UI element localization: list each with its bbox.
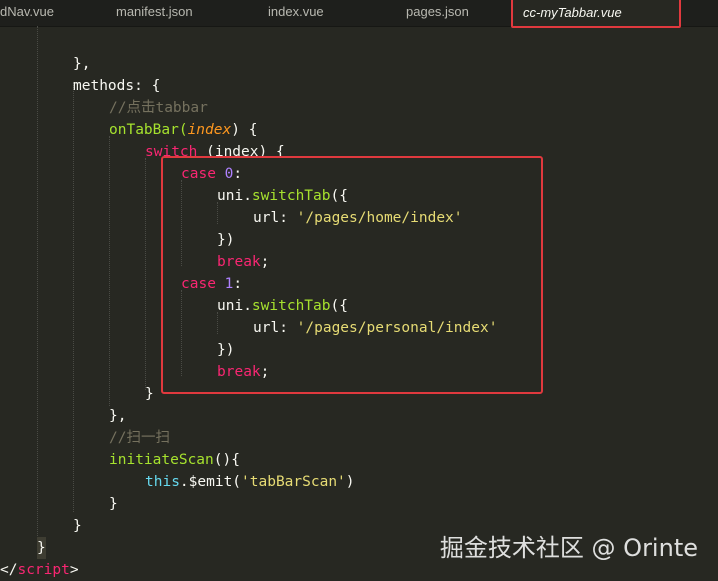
- tab-index-vue[interactable]: index.vue: [268, 0, 324, 26]
- code-line: },: [73, 56, 91, 72]
- code-line: methods: {: [73, 78, 161, 94]
- tab-pages-json[interactable]: pages.json: [406, 0, 469, 26]
- tab-manifest-json[interactable]: manifest.json: [116, 0, 193, 26]
- code-editor[interactable]: }, methods: { //点击tabbar onTabBar(index)…: [0, 26, 718, 581]
- code-line: }: [109, 496, 118, 512]
- code-line: this.$emit('tabBarScan'): [145, 474, 355, 490]
- code-line: initiateScan(){: [109, 452, 240, 468]
- editor-tab-bar: dNav.vue manifest.json index.vue pages.j…: [0, 0, 718, 28]
- watermark: 掘金技术社区 @ Orinte: [439, 534, 698, 562]
- indent-guide: [109, 136, 110, 406]
- code-line: </script>: [0, 562, 79, 578]
- tab-dnav-vue[interactable]: dNav.vue: [0, 0, 54, 26]
- code-line: }: [145, 386, 154, 402]
- indent-guide: [73, 82, 74, 512]
- indent-guide: [145, 158, 146, 390]
- code-line: onTabBar(index) {: [109, 122, 258, 138]
- indent-guide: [37, 26, 38, 546]
- highlight-box: [161, 156, 543, 394]
- tab-cc-mytabbar-vue[interactable]: cc-myTabbar.vue: [511, 0, 681, 28]
- code-line: //扫一扫: [109, 430, 170, 446]
- code-line: },: [109, 408, 127, 424]
- code-line: //点击tabbar: [109, 100, 208, 116]
- code-line: }: [73, 518, 82, 534]
- code-line: }: [37, 537, 46, 559]
